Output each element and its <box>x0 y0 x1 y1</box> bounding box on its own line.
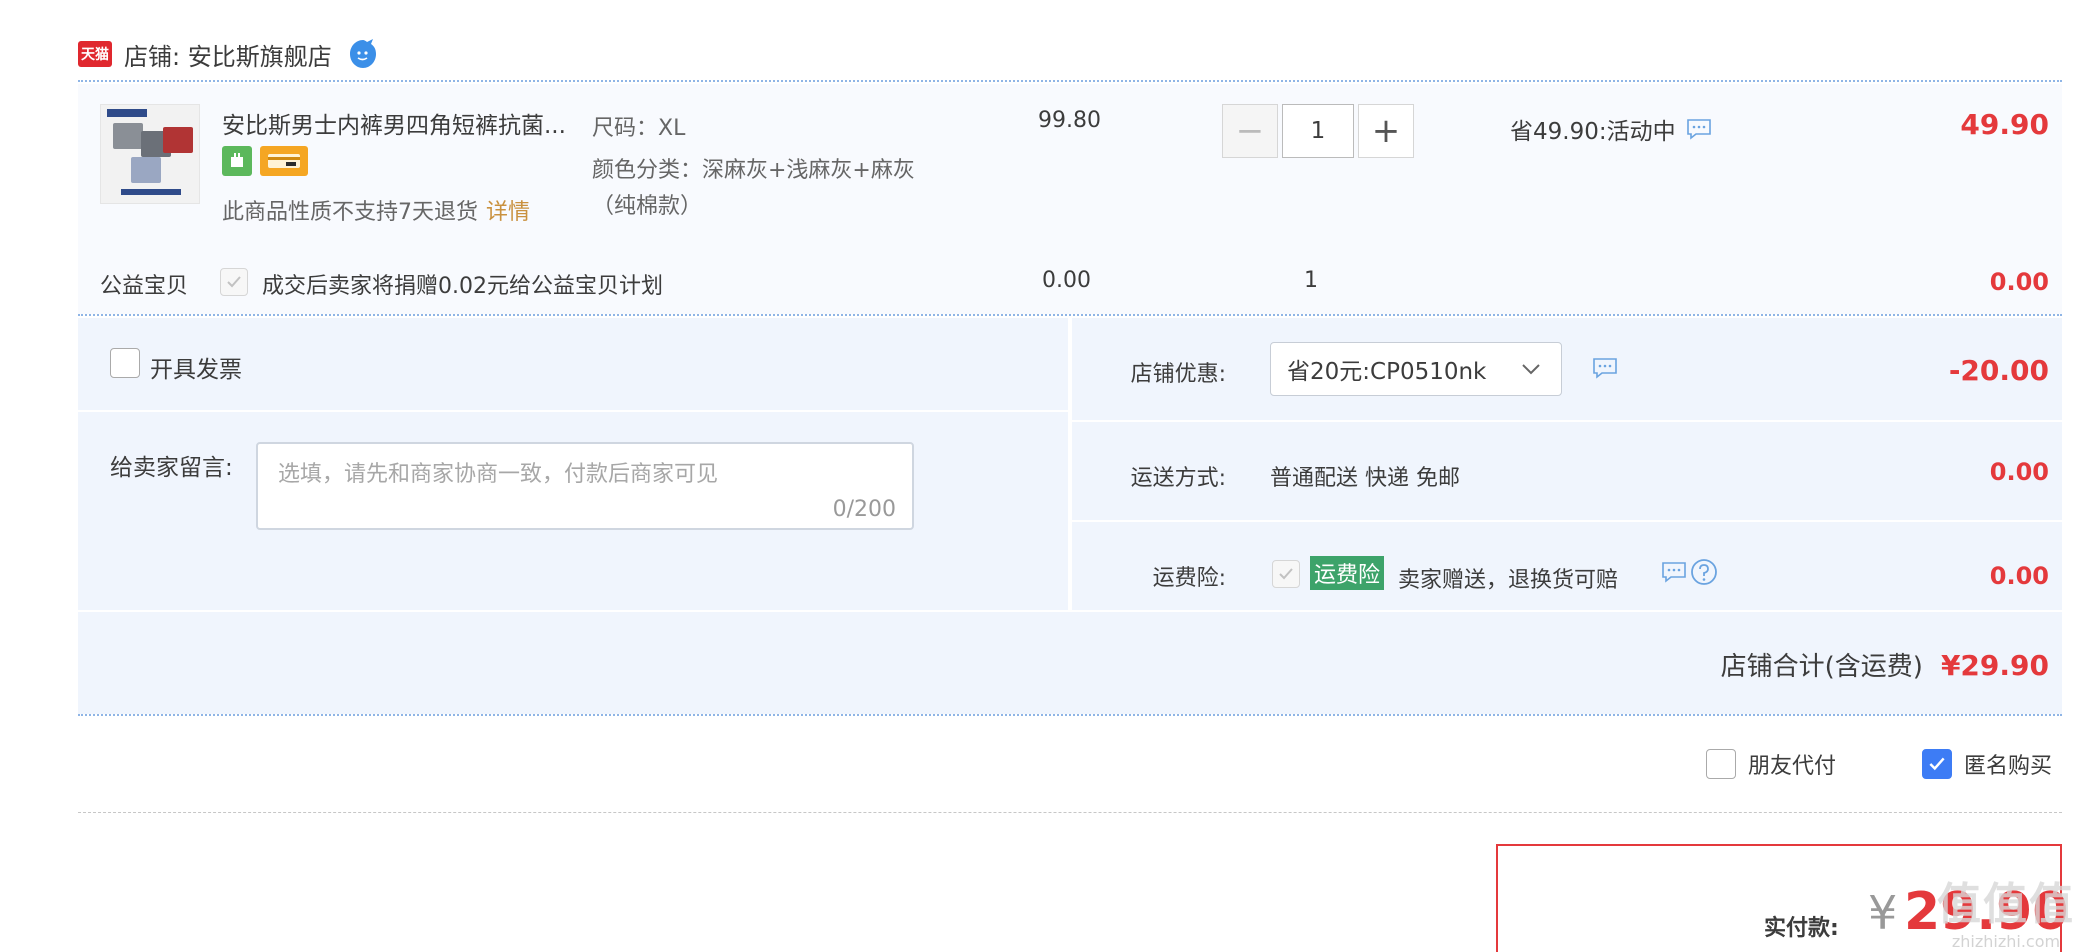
card-badge-icon[interactable] <box>260 146 308 176</box>
quantity-stepper: − 1 + <box>1222 104 1414 158</box>
charity-text: 成交后卖家将捐赠0.02元给公益宝贝计划 <box>262 274 663 299</box>
check-icon <box>1929 757 1945 771</box>
message-box: 0/200 <box>256 442 914 530</box>
friend-pay-checkbox[interactable] <box>1706 749 1736 779</box>
charity-total: 0.00 <box>1989 268 2049 296</box>
no-return-text: 此商品性质不支持7天退货 <box>222 200 478 225</box>
coupon-chat-icon[interactable] <box>1592 356 1618 380</box>
seller-message-input[interactable] <box>278 456 878 496</box>
detail-link[interactable]: 详情 <box>486 200 530 225</box>
friend-pay-option[interactable]: 朋友代付 <box>1706 748 1836 780</box>
no-return-notice: 此商品性质不支持7天退货 详情 <box>222 194 530 226</box>
anonymous-checkbox[interactable] <box>1922 749 1952 779</box>
quantity-input[interactable]: 1 <box>1282 104 1354 158</box>
increase-quantity-button[interactable]: + <box>1358 104 1414 158</box>
charity-quantity: 1 <box>1304 268 1318 293</box>
insurance-checkbox[interactable] <box>1272 560 1300 588</box>
invoice-label: 开具发票 <box>150 357 242 383</box>
watermark-url: zhizhizhi.com <box>1951 932 2061 951</box>
shop-name[interactable]: 店铺: 安比斯旗舰店 <box>124 37 332 72</box>
shop-divider <box>78 80 2062 82</box>
charity-checkbox[interactable] <box>220 268 248 296</box>
chevron-down-icon <box>1522 364 1540 375</box>
message-char-count: 0/200 <box>832 497 896 522</box>
unit-price: 99.80 <box>1038 108 1101 133</box>
tmall-logo: 天猫 <box>78 41 112 67</box>
promo-text: 省49.90:活动中 <box>1510 119 1676 145</box>
decrease-quantity-button[interactable]: − <box>1222 104 1278 158</box>
promo-chat-icon[interactable] <box>1686 117 1712 141</box>
insurance-icons <box>1660 558 1718 586</box>
coupon-label: 店铺优惠: <box>1130 362 1226 387</box>
check-icon <box>1279 568 1293 580</box>
insurance-label: 运费险: <box>1152 566 1226 591</box>
options-divider <box>78 812 2062 813</box>
promo-info: 省49.90:活动中 <box>1510 112 1712 146</box>
charity-price: 0.00 <box>1042 268 1091 293</box>
watermark: 值值值 zhizhizhi.com <box>1937 868 2075 951</box>
coupon-amount: -20.00 <box>1948 354 2049 387</box>
product-thumbnail[interactable] <box>100 104 200 204</box>
item-total-price: 49.90 <box>1960 108 2049 141</box>
insurance-text: 卖家赠送，退换货可赔 <box>1398 568 1619 593</box>
help-icon[interactable] <box>1690 558 1718 586</box>
check-icon <box>227 276 241 288</box>
sku-info: 尺码：XL 颜色分类：深麻灰+浅麻灰+麻灰 （纯棉款） <box>592 108 915 222</box>
product-title[interactable]: 安比斯男士内裤男四角短裤抗菌... <box>222 106 572 140</box>
coupon-selected-value: 省20元:CP0510nk <box>1287 359 1487 385</box>
wangwang-chat-icon[interactable] <box>346 37 380 71</box>
insurance-chat-icon[interactable] <box>1660 560 1688 584</box>
payment-label: 实付款: <box>1764 916 1839 941</box>
charity-label: 公益宝贝 <box>100 274 189 299</box>
insurance-tag: 运费险 <box>1310 556 1385 590</box>
subtotal-amount: ¥29.90 <box>1940 649 2049 682</box>
subtotal-divider <box>78 714 2062 716</box>
shipping-method: 普通配送 快递 免邮 <box>1270 466 1460 491</box>
item-divider <box>78 314 2062 316</box>
sku-color: 颜色分类：深麻灰+浅麻灰+麻灰 <box>592 158 915 183</box>
anonymous-option[interactable]: 匿名购买 <box>1922 748 2052 780</box>
friend-pay-label: 朋友代付 <box>1748 754 1837 779</box>
payment-currency: ¥ <box>1868 886 1898 940</box>
message-label: 给卖家留言: <box>110 455 233 481</box>
shop-subtotal: 店铺合计(含运费) ¥29.90 <box>1721 646 2049 683</box>
invoice-checkbox[interactable] <box>110 348 140 378</box>
insurance-amount: 0.00 <box>1989 562 2049 590</box>
sku-size: 尺码：XL <box>592 116 686 141</box>
subtotal-label: 店铺合计(含运费) <box>1720 652 1923 682</box>
anonymous-label: 匿名购买 <box>1964 754 2053 779</box>
shipping-amount: 0.00 <box>1989 458 2049 486</box>
shipping-label: 运送方式: <box>1130 466 1226 491</box>
service-badge-icon[interactable] <box>222 146 252 176</box>
watermark-logo: 值值值 <box>1937 879 2075 930</box>
coupon-select[interactable]: 省20元:CP0510nk <box>1270 342 1562 396</box>
sku-color-line2: （纯棉款） <box>592 194 703 219</box>
shop-header: 天猫 店铺: 安比斯旗舰店 <box>78 36 380 72</box>
